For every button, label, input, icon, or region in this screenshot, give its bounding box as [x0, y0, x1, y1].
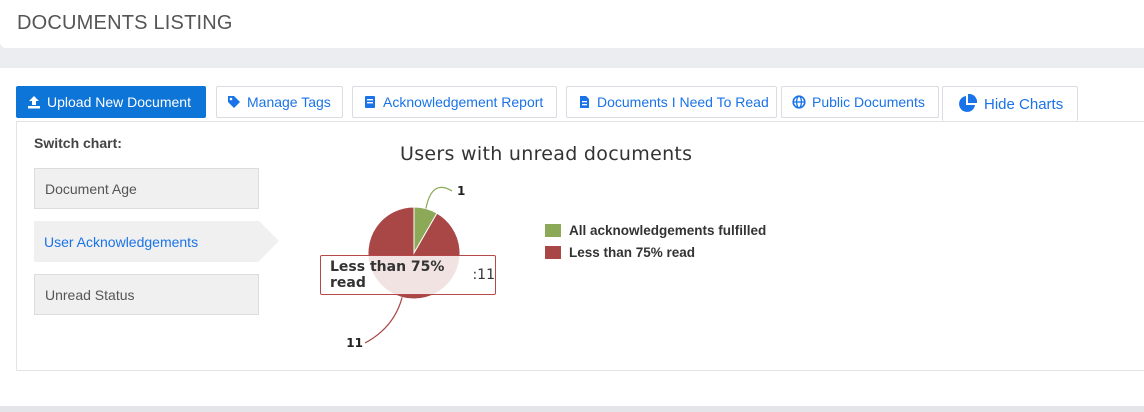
acknowledgement-report-button[interactable]: Acknowledgement Report — [352, 86, 557, 118]
hide-charts-label: Hide Charts — [984, 95, 1064, 113]
legend-label: Less than 75% read — [569, 245, 696, 260]
legend-swatch — [545, 246, 561, 259]
upload-new-document-button[interactable]: Upload New Document — [16, 86, 206, 118]
legend-label: All acknowledgements fulfilled — [569, 223, 767, 238]
pie-data-label-all-acknowledgements-fulfilled: 1 — [457, 184, 465, 198]
upload-icon — [27, 95, 41, 109]
tooltip-value: 11 — [477, 267, 495, 283]
acknowledgement-report-label: Acknowledgement Report — [383, 94, 544, 110]
chart-tooltip: Less than 75% read: 11 — [320, 255, 496, 295]
manage-tags-button[interactable]: Manage Tags — [216, 86, 343, 118]
pie-connector-less-than-75-read — [364, 297, 403, 344]
bottom-strip — [0, 406, 1144, 412]
legend-swatch — [545, 224, 561, 237]
page-header: DOCUMENTS LISTING — [0, 0, 1144, 48]
documents-panel: Upload New Document Manage Tags Acknowle… — [0, 68, 1144, 406]
documents-i-need-to-read-label: Documents I Need To Read — [597, 94, 769, 110]
page-title: DOCUMENTS LISTING — [17, 12, 233, 34]
public-documents-label: Public Documents — [812, 94, 925, 110]
chart-area: Switch chart: Document Age User Acknowle… — [16, 121, 1144, 371]
hide-charts-button[interactable]: Hide Charts — [942, 86, 1078, 121]
globe-icon — [792, 95, 806, 109]
pie-connector-all-acknowledgements-fulfilled — [425, 186, 453, 209]
pie-chart-icon — [957, 94, 977, 114]
public-documents-button[interactable]: Public Documents — [781, 86, 939, 118]
book-icon — [363, 95, 377, 109]
tag-icon — [227, 95, 241, 109]
document-icon — [577, 95, 591, 109]
pie-data-label-less-than-75-read: 11 — [346, 336, 363, 350]
upload-label: Upload New Document — [47, 94, 191, 110]
manage-tags-label: Manage Tags — [247, 94, 331, 110]
documents-i-need-to-read-button[interactable]: Documents I Need To Read — [566, 86, 777, 118]
tooltip-series: Less than 75% read — [330, 259, 445, 291]
legend-item-less-than-75[interactable]: Less than 75% read — [545, 245, 695, 260]
legend-item-fulfilled[interactable]: All acknowledgements fulfilled — [545, 223, 766, 238]
